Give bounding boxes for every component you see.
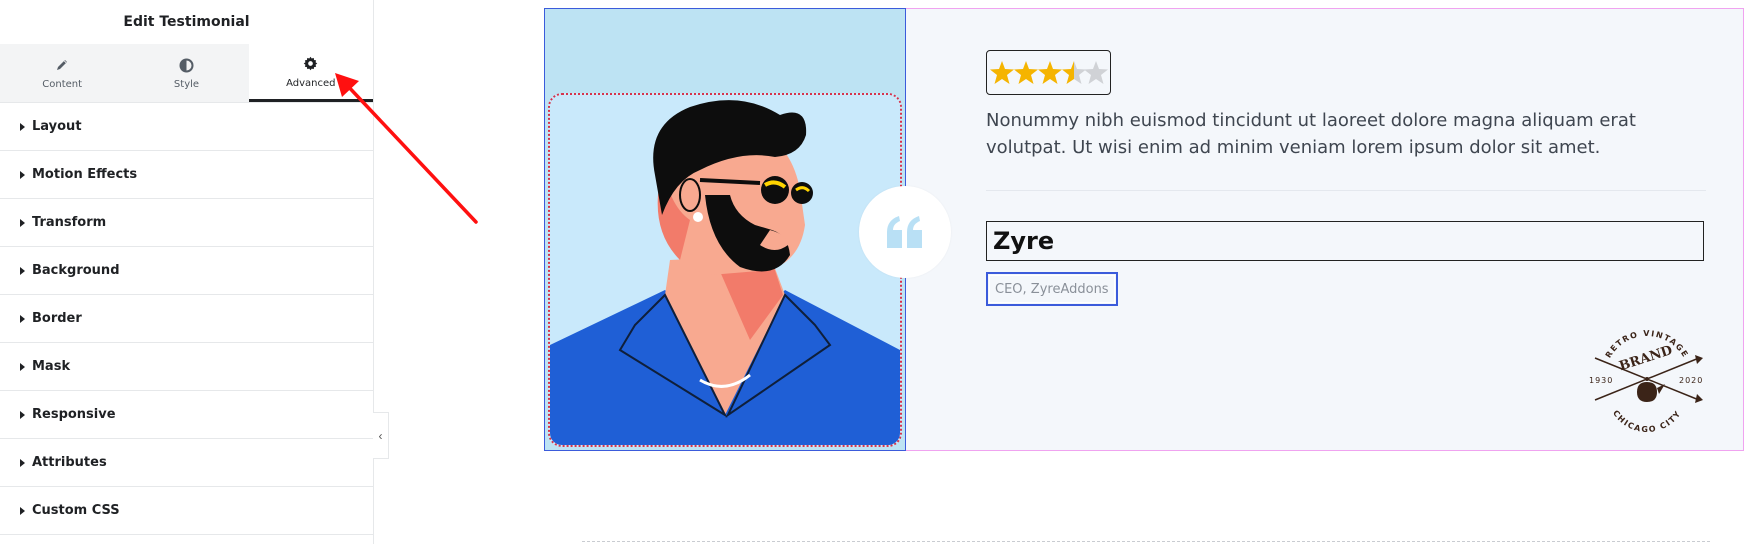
chevron-left-icon: ‹ (378, 428, 383, 443)
logo-center-text: BRAND (1617, 343, 1674, 374)
section-layout[interactable]: Layout (0, 103, 373, 151)
section-label: Responsive (32, 407, 116, 422)
caret-right-icon (20, 458, 25, 467)
section-mask[interactable]: Mask (0, 343, 373, 391)
pencil-icon (55, 56, 69, 74)
section-divider (582, 541, 1710, 542)
caret-right-icon (20, 122, 25, 131)
section-label: Background (32, 263, 120, 278)
author-name[interactable]: Zyre (986, 221, 1704, 261)
caret-right-icon (20, 218, 25, 227)
tab-label: Advanced (286, 77, 336, 89)
caret-right-icon (20, 410, 25, 419)
star-rating[interactable] (986, 50, 1111, 95)
tab-content[interactable]: Content (0, 44, 124, 102)
avatar-image (548, 93, 902, 447)
section-background[interactable]: Background (0, 247, 373, 295)
image-column[interactable] (544, 8, 906, 451)
quote-badge (859, 186, 951, 278)
tab-label: Content (42, 79, 83, 90)
man-with-sunglasses-illustration (550, 95, 900, 445)
brand-logo: RETRO VINTAGE BRAND 1930 2020 CHICAGO CI… (1589, 329, 1703, 434)
section-label: Transform (32, 215, 107, 230)
stars-icon (990, 60, 1108, 84)
tab-label: Style (173, 79, 200, 90)
section-list: Layout Motion Effects Transform Backgrou… (0, 103, 373, 535)
caret-right-icon (20, 266, 25, 275)
section-label: Motion Effects (32, 167, 138, 182)
section-attributes[interactable]: Attributes (0, 439, 373, 487)
testimonial-card[interactable]: Nonummy nibh euismod tincidunt ut laoree… (544, 8, 1744, 451)
editor-panel: Edit Testimonial Content Style Advanced … (0, 0, 374, 544)
half-circle-icon (179, 56, 194, 74)
caret-right-icon (20, 170, 25, 179)
section-label: Mask (32, 359, 71, 374)
tab-style[interactable]: Style (124, 44, 248, 102)
divider (986, 190, 1706, 191)
annotation-arrow-icon (335, 73, 478, 224)
section-label: Custom CSS (32, 503, 120, 518)
section-transform[interactable]: Transform (0, 199, 373, 247)
testimonial-content: Nonummy nibh euismod tincidunt ut laoree… (986, 9, 1743, 450)
logo-bottom-text: CHICAGO CITY (1611, 409, 1681, 434)
section-responsive[interactable]: Responsive (0, 391, 373, 439)
section-label: Attributes (32, 455, 107, 470)
logo-left-year: 1930 (1589, 376, 1613, 385)
section-label: Layout (32, 119, 82, 134)
testimonial-description: Nonummy nibh euismod tincidunt ut laoree… (986, 110, 1636, 158)
panel-title: Edit Testimonial (123, 14, 250, 30)
section-border[interactable]: Border (0, 295, 373, 343)
section-custom-css[interactable]: Custom CSS (0, 487, 373, 535)
gear-icon (303, 55, 318, 73)
caret-right-icon (20, 362, 25, 371)
panel-tabs: Content Style Advanced (0, 44, 373, 103)
svg-text:CHICAGO CITY: CHICAGO CITY (1611, 409, 1683, 434)
panel-collapse-button[interactable]: ‹ (373, 412, 389, 459)
logo-right-year: 2020 (1679, 376, 1703, 385)
caret-right-icon (20, 314, 25, 323)
section-label: Border (32, 311, 82, 326)
caret-right-icon (20, 506, 25, 515)
author-title[interactable]: CEO, ZyreAddons (986, 272, 1118, 306)
quote-icon (887, 216, 922, 248)
section-motion-effects[interactable]: Motion Effects (0, 151, 373, 199)
